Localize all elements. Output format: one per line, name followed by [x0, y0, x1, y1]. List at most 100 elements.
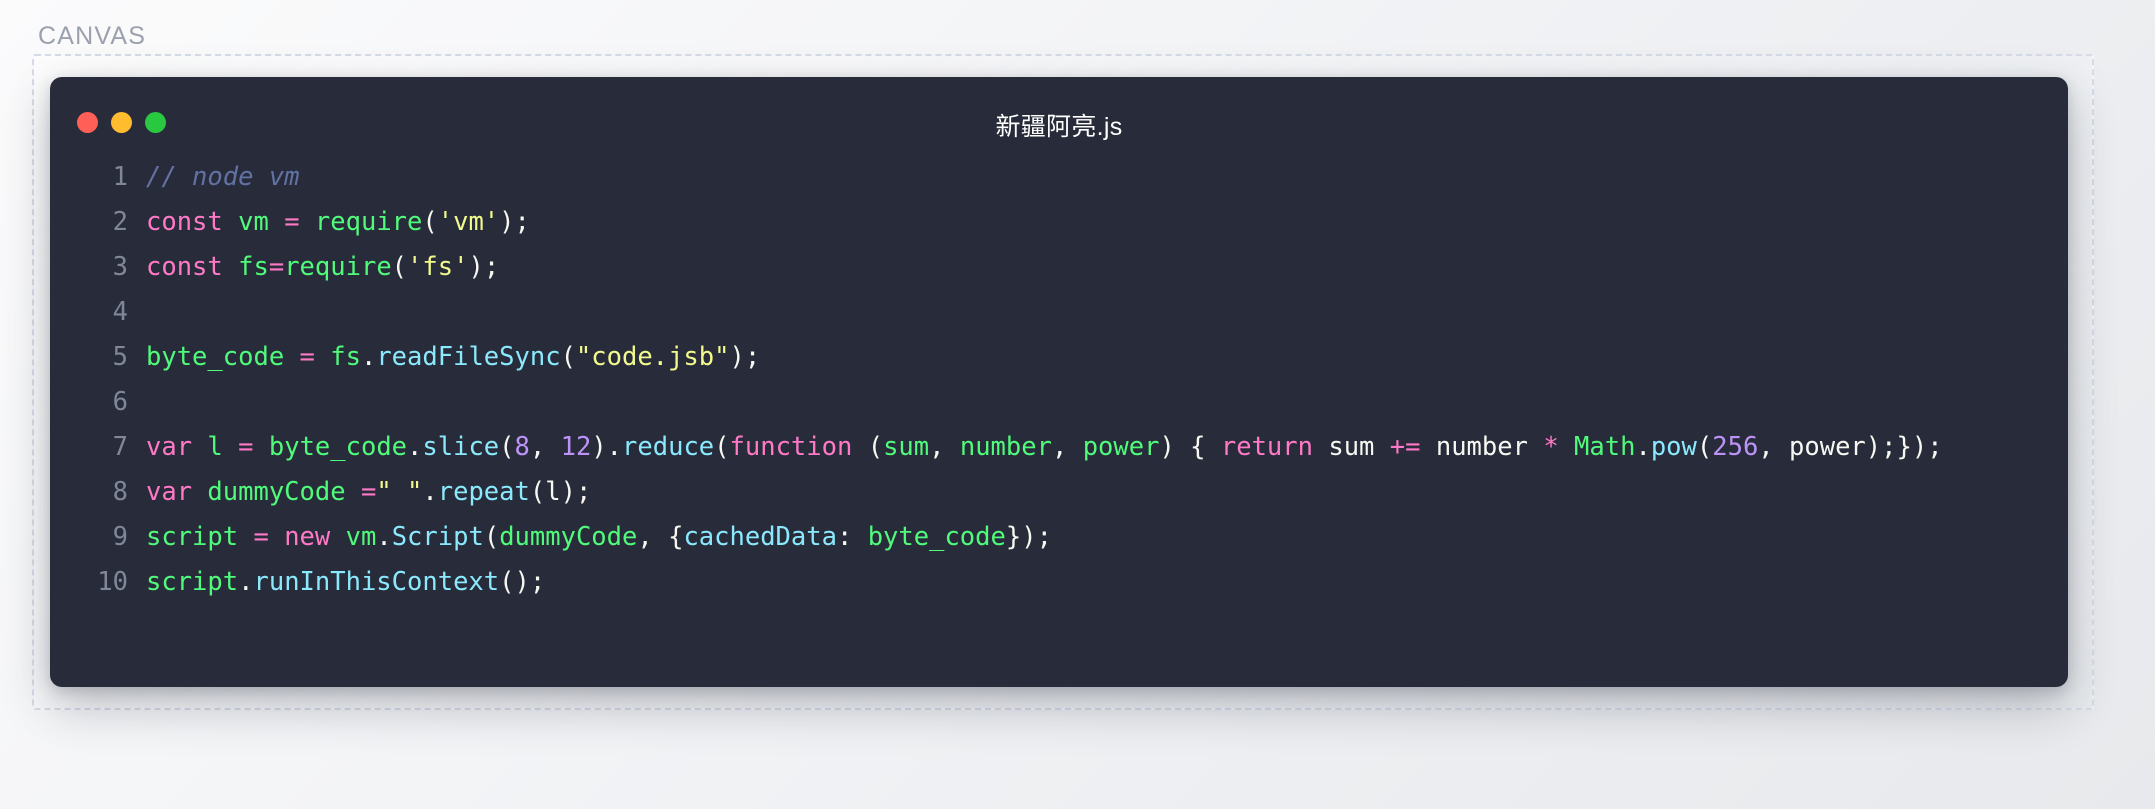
line-source[interactable]: script = new vm.Script(dummyCode, {cache… — [146, 515, 1052, 560]
code-line[interactable]: 2 const vm = require('vm'); — [50, 200, 2068, 245]
code-token: byte_code — [268, 432, 408, 462]
code-token: dummyCode — [207, 477, 346, 507]
code-line[interactable]: 1 // node vm — [50, 155, 2068, 200]
code-token: l — [207, 432, 223, 462]
code-token: function — [729, 432, 853, 462]
code-line[interactable]: 3 const fs=require('fs'); — [50, 245, 2068, 290]
code-token: const — [146, 252, 223, 282]
code-line[interactable]: 8 var dummyCode =" ".repeat(l); — [50, 470, 2068, 515]
line-source[interactable]: script.runInThisContext(); — [146, 560, 545, 605]
code-token: ( — [852, 432, 884, 462]
code-token: Math — [1574, 432, 1636, 462]
code-line[interactable]: 7 var l = byte_code.slice(8, 12).reduce(f… — [50, 425, 2068, 470]
code-token: vm — [345, 522, 377, 552]
line-source[interactable]: byte_code = fs.readFileSync("code.jsb"); — [146, 335, 760, 380]
code-token: " " — [376, 477, 423, 507]
code-token: slice — [422, 432, 500, 462]
code-token: { — [1174, 432, 1221, 462]
code-token: require — [284, 252, 392, 282]
code-line[interactable]: 9 script = new vm.Script(dummyCode, {cach… — [50, 515, 2068, 560]
line-source[interactable]: const fs=require('fs'); — [146, 245, 499, 290]
code-token: ; — [744, 342, 761, 372]
code-token: ; — [529, 567, 546, 597]
code-token: : — [836, 522, 868, 552]
code-token: . — [606, 432, 623, 462]
line-number: 3 — [112, 252, 128, 282]
code-token: number — [959, 432, 1052, 462]
code-token: byte_code — [146, 342, 285, 372]
code-token: 'fs' — [407, 252, 469, 282]
code-token: 256 — [1712, 432, 1759, 462]
code-token: ( — [499, 432, 515, 462]
canvas-label: CANVAS — [38, 22, 147, 50]
code-token: sum — [1313, 432, 1390, 462]
code-token: fs — [330, 342, 361, 372]
code-token: 12 — [560, 432, 592, 462]
code-token: . — [376, 522, 392, 552]
code-token: ( — [499, 567, 515, 597]
line-number: 7 — [112, 432, 128, 462]
code-token: script — [146, 522, 239, 552]
code-token: Script — [391, 522, 484, 552]
code-token: var — [146, 432, 193, 462]
code-content[interactable]: 1// node vm 2 const vm = require('vm'); 3 co… — [50, 155, 2068, 605]
code-token: += — [1389, 432, 1421, 462]
line-number: 4 — [112, 297, 128, 327]
code-line[interactable]: 10 script.runInThisContext(); — [50, 560, 2068, 605]
code-token: power — [1789, 432, 1866, 462]
code-editor-window[interactable]: 新疆阿亮.js 1// node vm 2 const vm = require('… — [50, 77, 2068, 687]
code-token: ( — [391, 252, 408, 282]
code-token: dummyCode — [499, 522, 638, 552]
line-number: 8 — [112, 477, 128, 507]
code-line[interactable]: 6 — [50, 380, 2068, 425]
code-token: var — [146, 477, 193, 507]
code-token: ) — [1159, 432, 1175, 462]
code-token: ) — [591, 432, 607, 462]
line-source[interactable]: var l = byte_code.slice(8, 12).reduce(fu… — [146, 425, 1943, 470]
code-token: power — [1082, 432, 1160, 462]
code-token: ( — [714, 432, 730, 462]
code-token: vm — [238, 207, 269, 237]
code-token: ) — [468, 252, 484, 282]
code-token: ) — [514, 567, 530, 597]
code-token: ) — [499, 207, 515, 237]
code-token: . — [238, 567, 254, 597]
code-token: . — [407, 432, 423, 462]
code-token: "code.jsb" — [575, 342, 730, 372]
code-token: ( — [422, 207, 438, 237]
window-title: 新疆阿亮.js — [995, 113, 1123, 141]
window-title-bar[interactable]: 新疆阿亮.js — [50, 77, 2068, 155]
code-line[interactable]: 4 — [50, 290, 2068, 335]
code-token: . — [422, 477, 438, 507]
line-source[interactable]: var dummyCode =" ".repeat(l); — [146, 470, 591, 515]
code-token: // node vm — [146, 162, 300, 192]
code-token: ( — [1696, 432, 1713, 462]
code-token: return — [1220, 432, 1313, 462]
code-token: sum — [883, 432, 930, 462]
line-source[interactable]: const vm = require('vm'); — [146, 200, 530, 245]
code-token: ) — [560, 477, 576, 507]
code-token: readFileSync — [376, 342, 561, 372]
code-token: 'vm' — [437, 207, 500, 237]
line-number: 2 — [112, 207, 128, 237]
code-token: ) — [729, 342, 745, 372]
line-source[interactable]: // node vm — [146, 155, 300, 200]
code-token: ; — [514, 207, 530, 237]
code-token: { — [668, 522, 684, 552]
code-token: = — [284, 207, 300, 237]
code-token: l — [545, 477, 561, 507]
code-token: = — [253, 522, 269, 552]
code-token: pow — [1650, 432, 1697, 462]
code-token: = — [238, 432, 254, 462]
code-token: runInThisContext — [253, 567, 500, 597]
code-token: require — [314, 207, 423, 237]
code-line[interactable]: 5 byte_code = fs.readFileSync("code.jsb")… — [50, 335, 2068, 380]
